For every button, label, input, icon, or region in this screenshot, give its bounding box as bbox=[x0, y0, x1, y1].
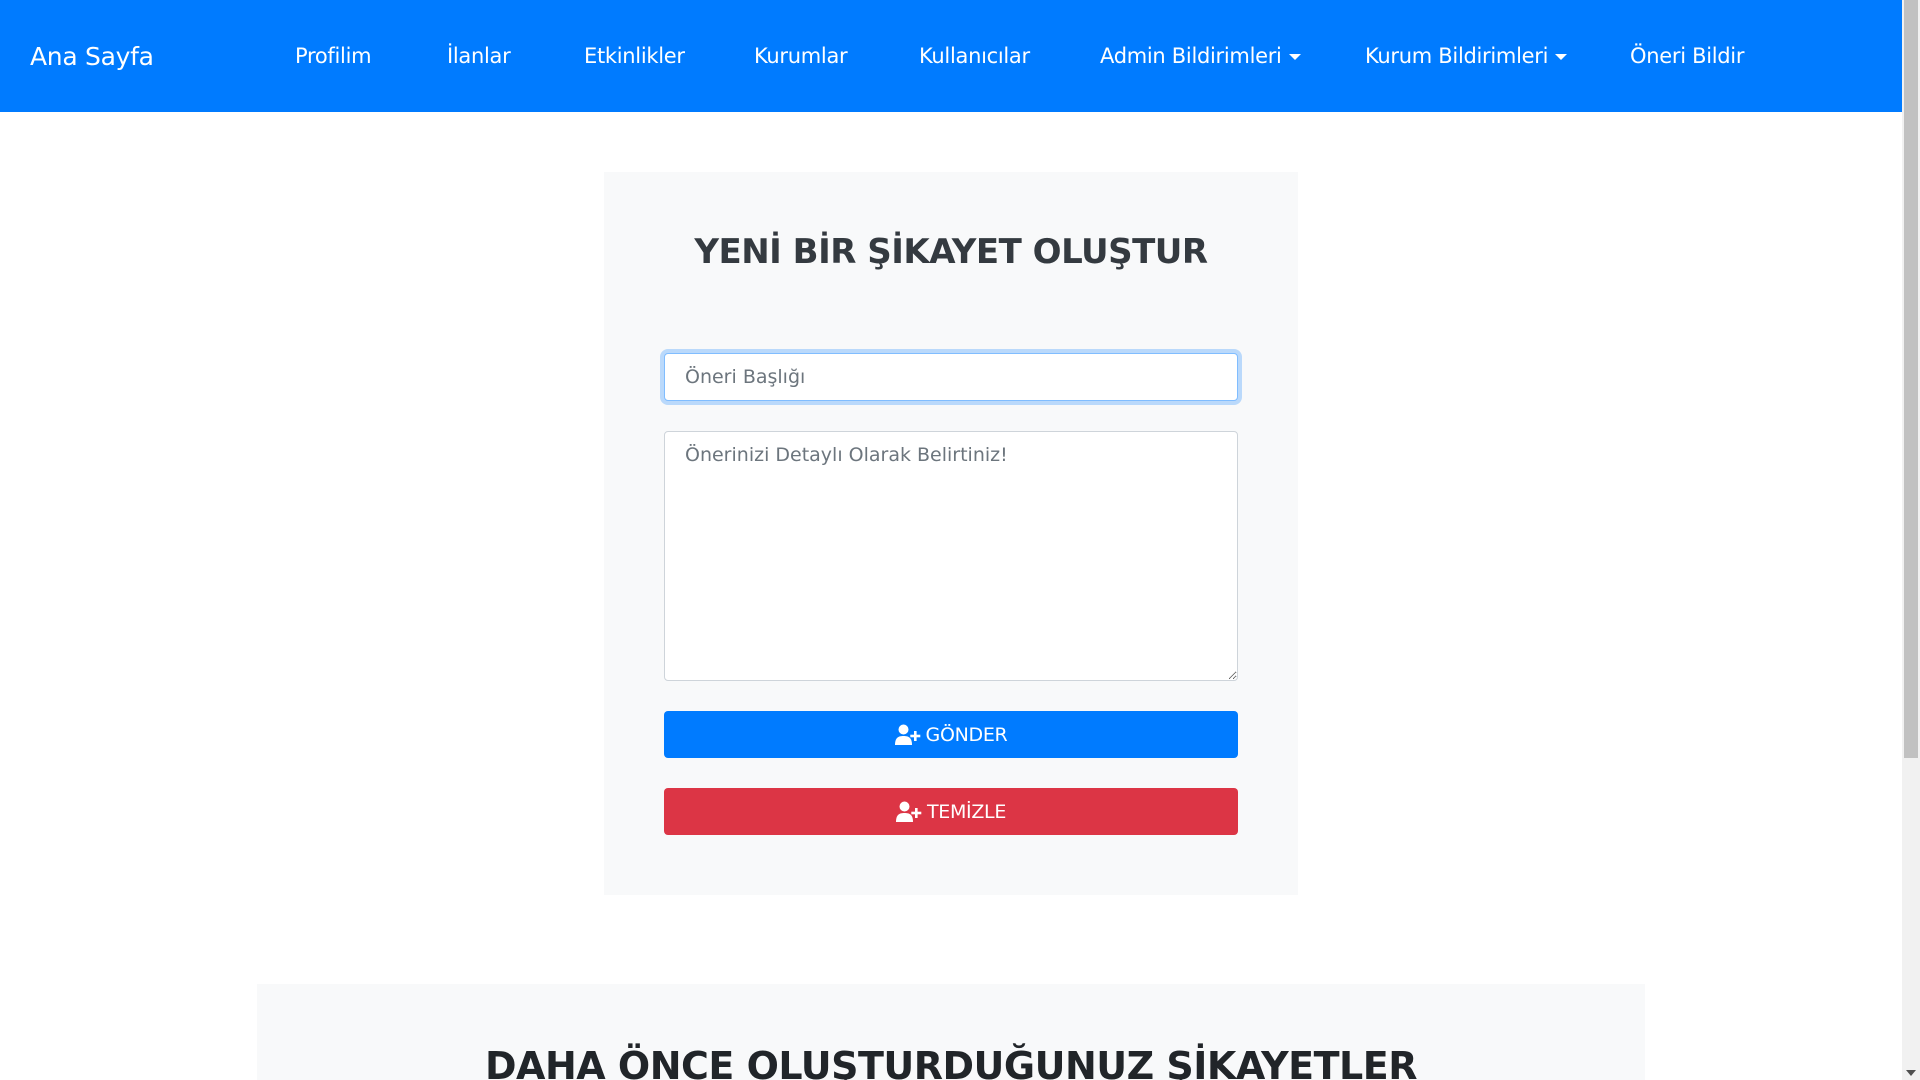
nav-item-ilanlar[interactable]: İlanlar bbox=[447, 0, 511, 112]
nav-dropdown-label: Admin Bildirimleri bbox=[1100, 44, 1282, 68]
caret-down-icon bbox=[1555, 54, 1568, 60]
page-scrollbar[interactable] bbox=[1902, 0, 1920, 1080]
previous-complaints-title: DAHA ÖNCE OLUŞTURDUĞUNUZ ŞİKAYETLER bbox=[485, 1044, 1417, 1080]
brand-home-link[interactable]: Ana Sayfa bbox=[30, 0, 154, 112]
nav-dropdown-admin-bildirimleri[interactable]: Admin Bildirimleri bbox=[1100, 0, 1301, 112]
scrollbar-thumb[interactable] bbox=[1904, 0, 1918, 758]
top-navbar: Ana Sayfa Profilim İlanlar Etkinlikler K… bbox=[0, 0, 1902, 112]
nav-item-kurumlar[interactable]: Kurumlar bbox=[754, 0, 848, 112]
caret-down-icon bbox=[1288, 54, 1301, 60]
scroll-down-arrow-icon[interactable] bbox=[1906, 1070, 1916, 1076]
clear-button[interactable]: TEMİZLE bbox=[664, 788, 1238, 835]
send-button[interactable]: GÖNDER bbox=[664, 711, 1238, 758]
clear-button-label: TEMİZLE bbox=[926, 800, 1007, 823]
form-title: YENİ BİR ŞİKAYET OLUŞTUR bbox=[694, 232, 1208, 272]
suggestion-detail-textarea[interactable] bbox=[664, 431, 1238, 681]
complaint-form-card: YENİ BİR ŞİKAYET OLUŞTUR GÖNDER TEMİZLE bbox=[604, 172, 1298, 895]
nav-dropdown-label: Kurum Bildirimleri bbox=[1365, 44, 1549, 68]
nav-dropdown-kurum-bildirimleri[interactable]: Kurum Bildirimleri bbox=[1365, 0, 1568, 112]
user-plus-icon bbox=[895, 801, 922, 822]
send-button-label: GÖNDER bbox=[925, 723, 1008, 746]
nav-item-oneri-bildir[interactable]: Öneri Bildir bbox=[1630, 0, 1744, 112]
nav-item-profilim[interactable]: Profilim bbox=[295, 0, 372, 112]
nav-item-kullanicilar[interactable]: Kullanıcılar bbox=[919, 0, 1030, 112]
nav-item-etkinlikler[interactable]: Etkinlikler bbox=[584, 0, 685, 112]
suggestion-title-input[interactable] bbox=[664, 353, 1238, 401]
previous-complaints-section: DAHA ÖNCE OLUŞTURDUĞUNUZ ŞİKAYETLER bbox=[257, 984, 1645, 1080]
user-plus-icon bbox=[894, 724, 920, 745]
